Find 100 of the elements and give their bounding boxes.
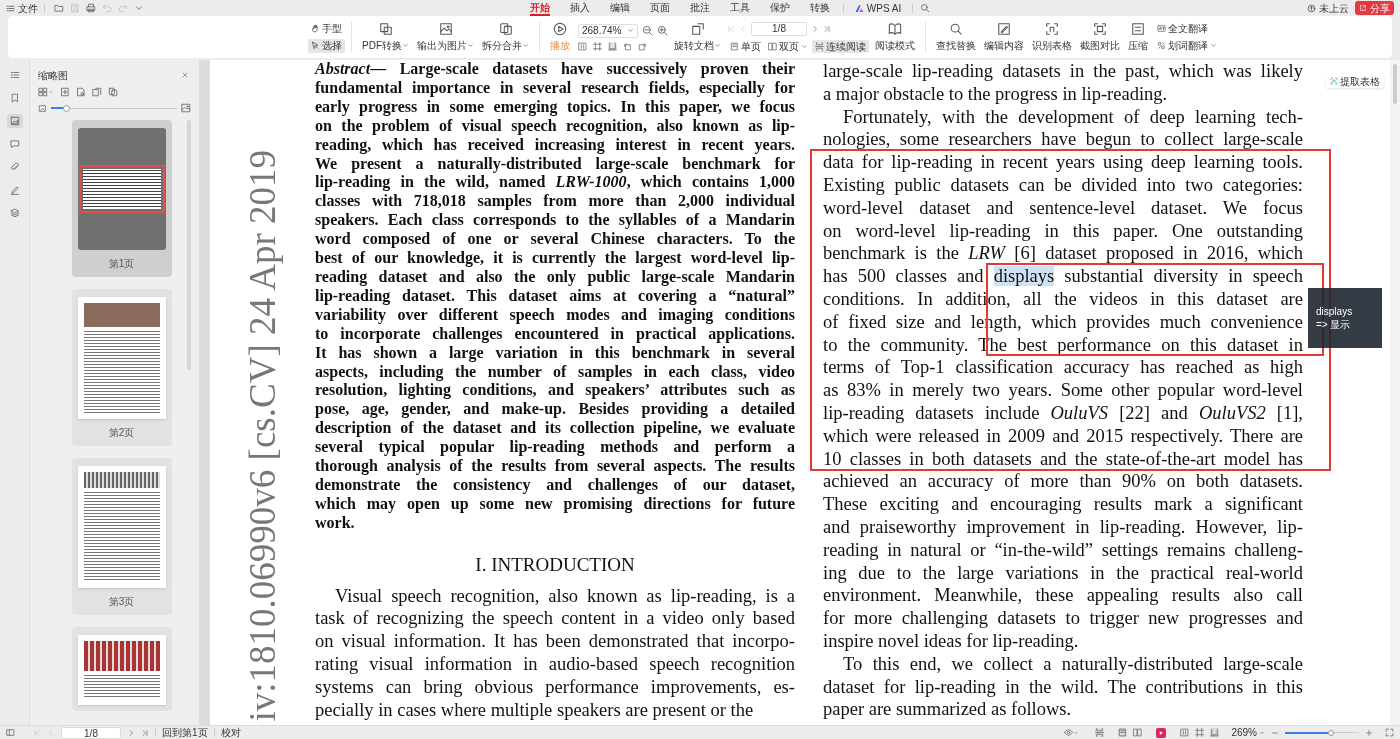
fit-page-icon xyxy=(578,41,587,51)
page-settings-icon xyxy=(76,87,86,97)
thumbnail-card[interactable]: 第1页 xyxy=(71,120,172,277)
copy-page-button[interactable] xyxy=(92,87,102,97)
find-replace-button[interactable]: 查找替换 xyxy=(932,17,980,57)
attachment-icon xyxy=(9,162,20,172)
two-page-button[interactable]: 双页 xyxy=(765,39,811,53)
fit-page-button[interactable] xyxy=(1180,728,1190,737)
last-page-button[interactable] xyxy=(141,728,149,737)
thumbnail-card[interactable] xyxy=(71,627,172,711)
duplicate-page-button[interactable] xyxy=(108,87,118,97)
fit-frame-button[interactable] xyxy=(593,41,602,51)
hand-icon xyxy=(311,24,320,33)
search-button[interactable] xyxy=(920,3,931,13)
compress-icon xyxy=(1131,21,1145,36)
ribbon-tab[interactable]: 批注 xyxy=(689,0,710,16)
screenshot-compare-button[interactable]: 截图对比 xyxy=(1076,17,1124,57)
file-menu[interactable]: 文件 xyxy=(6,0,38,16)
zoom-out-icon xyxy=(642,25,653,36)
hand-tool[interactable]: 手型 xyxy=(308,21,345,36)
page-number-field[interactable]: 1/8 xyxy=(751,21,807,36)
rotate-right-button[interactable] xyxy=(638,41,647,51)
compress-button[interactable]: 压缩 xyxy=(1124,17,1152,57)
split-merge-button[interactable]: 拆分合并 xyxy=(478,17,533,57)
page-settings-button[interactable] xyxy=(76,87,86,97)
rotate-document-button[interactable]: 旋转文档 xyxy=(670,17,725,57)
export-image-button[interactable]: 输出为图片 xyxy=(413,17,478,57)
page-width-button[interactable] xyxy=(1210,728,1220,737)
ribbon-tab[interactable]: 插入 xyxy=(569,0,590,16)
frame-icon xyxy=(1195,728,1205,737)
thumbnail-card[interactable]: 第2页 xyxy=(71,289,172,446)
zoom-dropdown[interactable]: 269% xyxy=(1231,725,1265,739)
zoom-in-button[interactable] xyxy=(657,25,668,36)
ribbon-tab[interactable]: 转换 xyxy=(809,0,830,16)
rotate-left-button[interactable] xyxy=(623,41,632,51)
fit-width-button[interactable] xyxy=(608,41,617,51)
arxiv-identifier-text: iv:1810.06990v6 [cs.CV] 24 Apr 2019 xyxy=(240,149,284,721)
close-button[interactable] xyxy=(181,71,189,79)
zoom-field[interactable]: 268.74% xyxy=(578,23,638,38)
add-page-button[interactable] xyxy=(60,87,70,97)
copy-page-icon xyxy=(92,87,102,97)
edit-icon xyxy=(997,21,1011,36)
body-paragraph: Visual speech recognition, also known as lip-reading, is a task of recognizing the speech content in a video only based on visual information. It has been demonstrated that incorpo- rating visual information in audio-based speech recognition systems can bring obvious performance improvements, es- pecially in cases where multiple speakers are present or the xyxy=(315,584,795,722)
next-page-button[interactable] xyxy=(811,24,819,33)
thumbnail-size-slider-thumb[interactable] xyxy=(63,104,71,112)
tooltip-word: displays xyxy=(1316,305,1353,318)
thumbnail-card[interactable]: 第3页 xyxy=(71,458,172,615)
ai-button[interactable]: WPS AI xyxy=(854,0,902,16)
comment-icon xyxy=(9,139,20,149)
zoom-in-button[interactable] xyxy=(1365,728,1373,737)
edit-content-button[interactable]: 编辑内容 xyxy=(980,17,1028,57)
next-page-button[interactable] xyxy=(127,728,135,737)
proofread-button[interactable]: 校对 xyxy=(220,725,241,739)
share-button[interactable]: 分享 xyxy=(1355,1,1394,15)
fit-page-icon xyxy=(1180,728,1190,737)
next-icon xyxy=(127,728,135,737)
single-page-button[interactable]: 单页 xyxy=(727,39,764,53)
last-page-button[interactable] xyxy=(823,24,831,33)
extract-table-button[interactable]: 提取表格 xyxy=(1326,74,1384,88)
single-page-button[interactable] xyxy=(1118,728,1128,737)
open-folder-button[interactable] xyxy=(54,3,64,13)
thumbnail-tab[interactable] xyxy=(6,114,23,128)
caret-button[interactable] xyxy=(134,3,144,13)
word-translate-icon xyxy=(1157,41,1166,50)
reading-mode-button[interactable]: 阅读模式 xyxy=(871,17,919,57)
cloud-status-button[interactable]: 未上云 xyxy=(1307,0,1349,16)
body-paragraph: To this end, we collect a naturally-distributed large-scale dataset for lip-reading in the wild. The contributions in this paper are summarized as follows. xyxy=(823,652,1303,722)
caret-icon xyxy=(134,3,144,13)
fullscreen-button[interactable] xyxy=(1385,728,1394,737)
zoom-slider[interactable] xyxy=(1285,728,1359,737)
play-button[interactable] xyxy=(1156,727,1167,738)
sidebar-toggle-button[interactable] xyxy=(6,728,15,737)
continuous-reading-button[interactable]: 连续阅读 xyxy=(812,39,869,53)
split-icon xyxy=(498,21,513,36)
fit-width-icon xyxy=(1095,728,1105,737)
ribbon-tab[interactable]: 编辑 xyxy=(609,0,630,16)
ribbon-tab[interactable]: 工具 xyxy=(729,0,750,16)
two-page-button[interactable] xyxy=(1133,728,1143,737)
zoom-out-button[interactable] xyxy=(642,25,653,36)
word-translate-button[interactable]: 划词翻译 xyxy=(1154,39,1220,52)
pdf-convert-button[interactable]: PDF转换 xyxy=(358,17,413,57)
recognize-table-button[interactable]: 识别表格 xyxy=(1028,17,1076,57)
caret-icon xyxy=(48,89,54,95)
fit-page-button[interactable] xyxy=(578,41,587,51)
back-to-first-page-link[interactable]: 回到第1页 xyxy=(162,725,208,739)
eye-protection-button[interactable] xyxy=(1064,728,1080,737)
fit-width-button[interactable] xyxy=(1095,728,1105,737)
page-number-field[interactable]: 1/8 xyxy=(61,726,121,739)
ribbon-tab[interactable]: 页面 xyxy=(649,0,670,16)
full-translate-button[interactable]: 全文翻译 xyxy=(1154,22,1220,35)
print-button[interactable] xyxy=(86,3,96,13)
pdf-icon xyxy=(378,21,393,36)
actual-size-button[interactable] xyxy=(1195,728,1205,737)
scrollbar-thumb[interactable] xyxy=(1393,64,1397,104)
ribbon-tab[interactable]: 保护 xyxy=(769,0,790,16)
select-tool[interactable]: 选择 xyxy=(308,38,345,53)
full-translate-icon xyxy=(1157,24,1166,33)
page-label: 第3页 xyxy=(108,595,135,609)
compare-icon xyxy=(1093,21,1107,36)
grid-view-button[interactable] xyxy=(38,87,54,97)
